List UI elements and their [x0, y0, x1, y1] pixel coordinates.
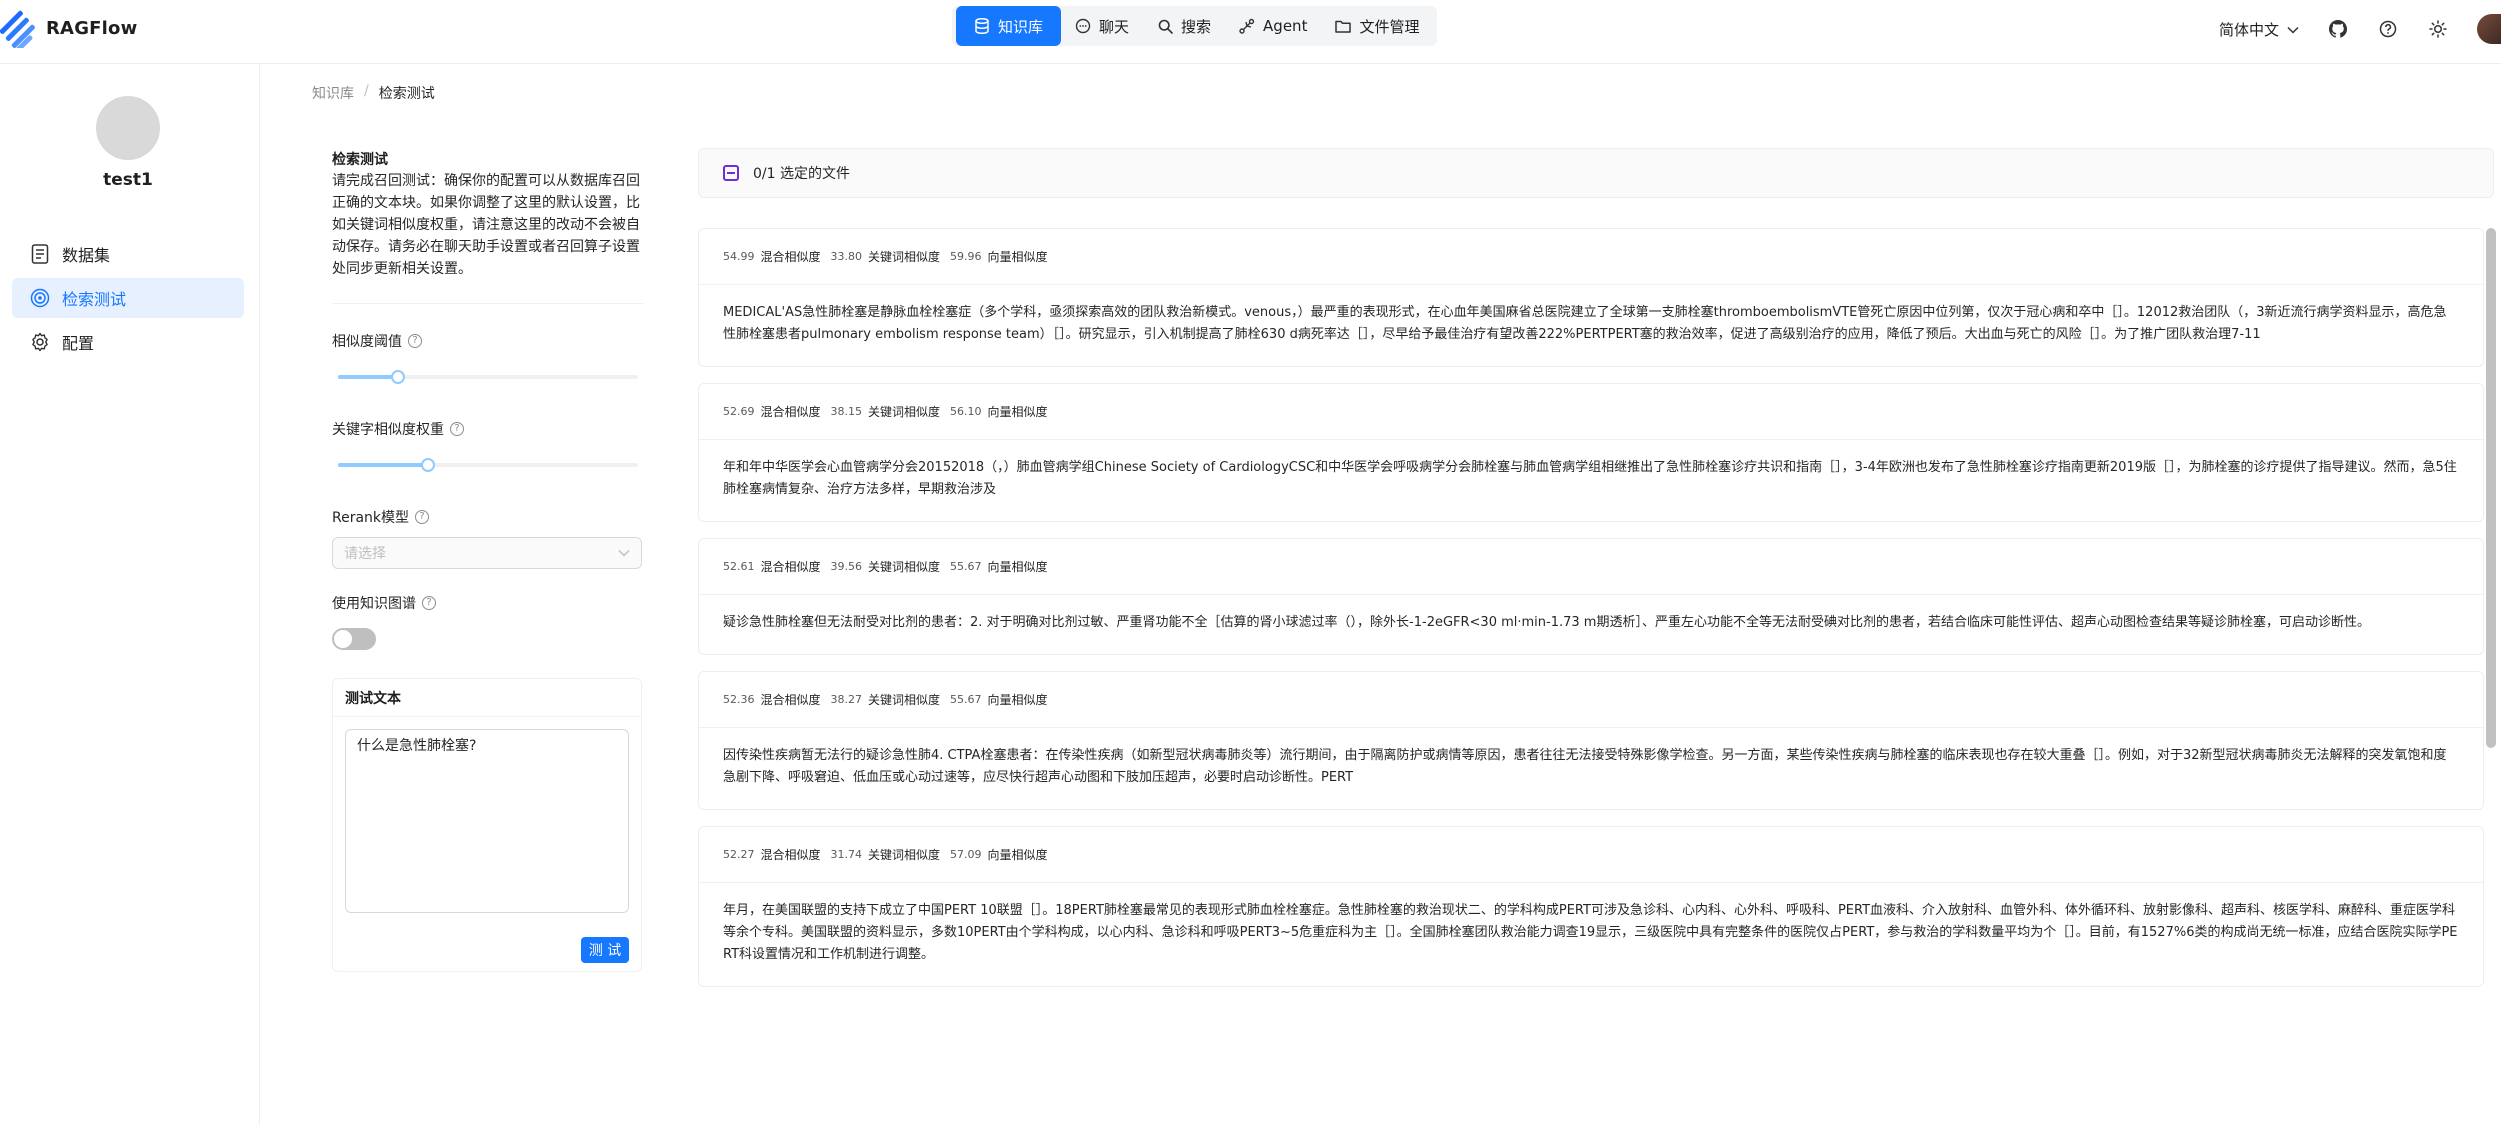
target-icon — [30, 288, 50, 308]
nav-agent[interactable]: Agent — [1225, 6, 1321, 46]
test-text-card: 测试文本 什么是急性肺栓塞? 测 试 — [332, 678, 642, 972]
slider-handle[interactable] — [421, 458, 435, 472]
sidebar-item-config[interactable]: 配置 — [12, 322, 244, 362]
selected-files-text: 0/1 选定的文件 — [753, 166, 850, 182]
select-placeholder: 请选择 — [344, 546, 386, 562]
result-card[interactable]: 54.99 混合相似度 33.80 关键词相似度 59.96 向量相似度 MEDICA… — [698, 228, 2484, 367]
nav-search[interactable]: 搜索 — [1143, 6, 1225, 46]
nav-chat[interactable]: 聊天 — [1061, 6, 1143, 46]
result-card[interactable]: 52.27 混合相似度 31.74 关键词相似度 57.09 向量相似度 年月，在美国… — [698, 826, 2484, 987]
question-icon[interactable]: ? — [415, 510, 430, 524]
document-icon — [30, 244, 50, 264]
chevron-down-icon — [2287, 20, 2299, 38]
test-text-input[interactable]: 什么是急性肺栓塞? — [345, 729, 629, 913]
results-list: 54.99 混合相似度 33.80 关键词相似度 59.96 向量相似度 MEDICA… — [698, 228, 2484, 1125]
sidebar-item-retrieval-test[interactable]: 检索测试 — [12, 278, 244, 318]
question-icon[interactable]: ? — [450, 422, 464, 436]
app-name: RAGFlow — [46, 17, 138, 39]
agent-icon — [1239, 18, 1255, 34]
ragflow-logo-icon — [0, 10, 35, 48]
top-header: RAGFlow 知识库 聊天 搜索 Agent 文件管理 简体中文 — [0, 0, 2501, 64]
keyword-weight-label: 关键字相似度权重 ? — [332, 419, 464, 439]
result-text: 因传染性疾病暂无法行的疑诊急性肺4. CTPA栓塞患者：在传染性疾病（如新型冠状… — [723, 748, 2447, 785]
results-scrollbar[interactable] — [2486, 228, 2496, 748]
slider-handle[interactable] — [391, 370, 405, 384]
gear-icon — [30, 332, 50, 352]
result-text: 疑诊急性肺栓塞但无法耐受对比剂的患者：2. 对于明确对比剂过敏、严重肾功能不全［… — [723, 615, 2370, 630]
nav-file-management[interactable]: 文件管理 — [1321, 6, 1433, 46]
result-text: 年和年中华医学会心血管病学分会20152018（，）肺血管病学组Chinese … — [723, 460, 2457, 497]
app-logo[interactable]: RAGFlow — [0, 8, 137, 48]
breadcrumb-separator: / — [364, 83, 369, 99]
search-icon — [1157, 18, 1173, 34]
rerank-model-select[interactable]: 请选择 — [332, 537, 642, 569]
settings-divider — [332, 303, 644, 304]
kb-name: test1 — [103, 170, 153, 190]
main-nav: 知识库 聊天 搜索 Agent 文件管理 — [952, 6, 1438, 46]
result-scores: 52.27 混合相似度 31.74 关键词相似度 57.09 向量相似度 — [699, 827, 2483, 883]
result-scores: 52.61 混合相似度 39.56 关键词相似度 55.67 向量相似度 — [699, 539, 2483, 595]
header-actions: 简体中文 — [2219, 14, 2501, 44]
settings-description: 请完成召回测试：确保你的配置可以从数据库召回正确的文本块。如果你调整了这里的默认… — [332, 173, 640, 277]
result-card[interactable]: 52.36 混合相似度 38.27 关键词相似度 55.67 向量相似度 因传染性疾病… — [698, 671, 2484, 810]
nav-knowledge-base[interactable]: 知识库 — [956, 6, 1062, 46]
result-text: MEDICAL'AS急性肺栓塞是静脉血栓栓塞症（多个学科，亟须探索高效的团队救治… — [723, 305, 2447, 342]
result-card[interactable]: 52.69 混合相似度 38.15 关键词相似度 56.10 向量相似度 年和年中华医… — [698, 383, 2484, 522]
chat-icon — [1075, 18, 1091, 34]
chevron-down-icon — [618, 545, 630, 561]
similarity-threshold-slider[interactable] — [338, 370, 638, 384]
knowledge-graph-toggle[interactable] — [332, 628, 376, 650]
result-card[interactable]: 52.61 混合相似度 39.56 关键词相似度 55.67 向量相似度 疑诊急性肺栓… — [698, 538, 2484, 655]
keyword-weight-slider[interactable] — [338, 458, 638, 472]
knowledge-graph-label: 使用知识图谱 ? — [332, 593, 436, 613]
similarity-threshold-label: 相似度阈值 ? — [332, 331, 422, 351]
database-icon — [974, 18, 990, 34]
selected-files-bar[interactable]: 0/1 选定的文件 — [698, 148, 2494, 198]
settings-title: 检索测试 — [332, 152, 388, 168]
user-avatar[interactable] — [2477, 14, 2501, 44]
result-scores: 52.36 混合相似度 38.27 关键词相似度 55.67 向量相似度 — [699, 672, 2483, 728]
breadcrumb-current: 检索测试 — [378, 86, 435, 102]
retrieval-settings: 检索测试 请完成召回测试：确保你的配置可以从数据库召回正确的文本块。如果你调整了… — [332, 150, 642, 280]
result-scores: 52.69 混合相似度 38.15 关键词相似度 56.10 向量相似度 — [699, 384, 2483, 440]
result-text: 年月，在美国联盟的支持下成立了中国PERT 10联盟［］。18PERT肺栓塞最常… — [723, 903, 2458, 962]
kb-sidebar: test1 数据集 检索测试 配置 — [0, 64, 260, 1125]
result-scores: 54.99 混合相似度 33.80 关键词相似度 59.96 向量相似度 — [699, 229, 2483, 285]
question-icon[interactable]: ? — [422, 596, 436, 610]
sidebar-item-dataset[interactable]: 数据集 — [12, 234, 244, 274]
github-icon[interactable] — [2327, 18, 2349, 40]
theme-sun-icon[interactable] — [2427, 18, 2449, 40]
breadcrumb-root[interactable]: 知识库 — [312, 83, 354, 103]
question-icon[interactable]: ? — [408, 334, 422, 348]
slider-track — [338, 463, 428, 467]
toggle-knob — [334, 630, 352, 648]
language-selector[interactable]: 简体中文 — [2219, 19, 2299, 40]
folder-icon — [1335, 18, 1352, 34]
indeterminate-checkbox-icon[interactable] — [723, 165, 739, 181]
kb-avatar — [96, 96, 160, 160]
slider-track — [338, 375, 398, 379]
test-text-title: 测试文本 — [333, 679, 641, 717]
breadcrumb: 知识库 / 检索测试 — [312, 83, 435, 103]
test-button[interactable]: 测 试 — [581, 937, 629, 963]
rerank-model-label: Rerank模型 ? — [332, 507, 430, 527]
help-icon[interactable] — [2377, 18, 2399, 40]
